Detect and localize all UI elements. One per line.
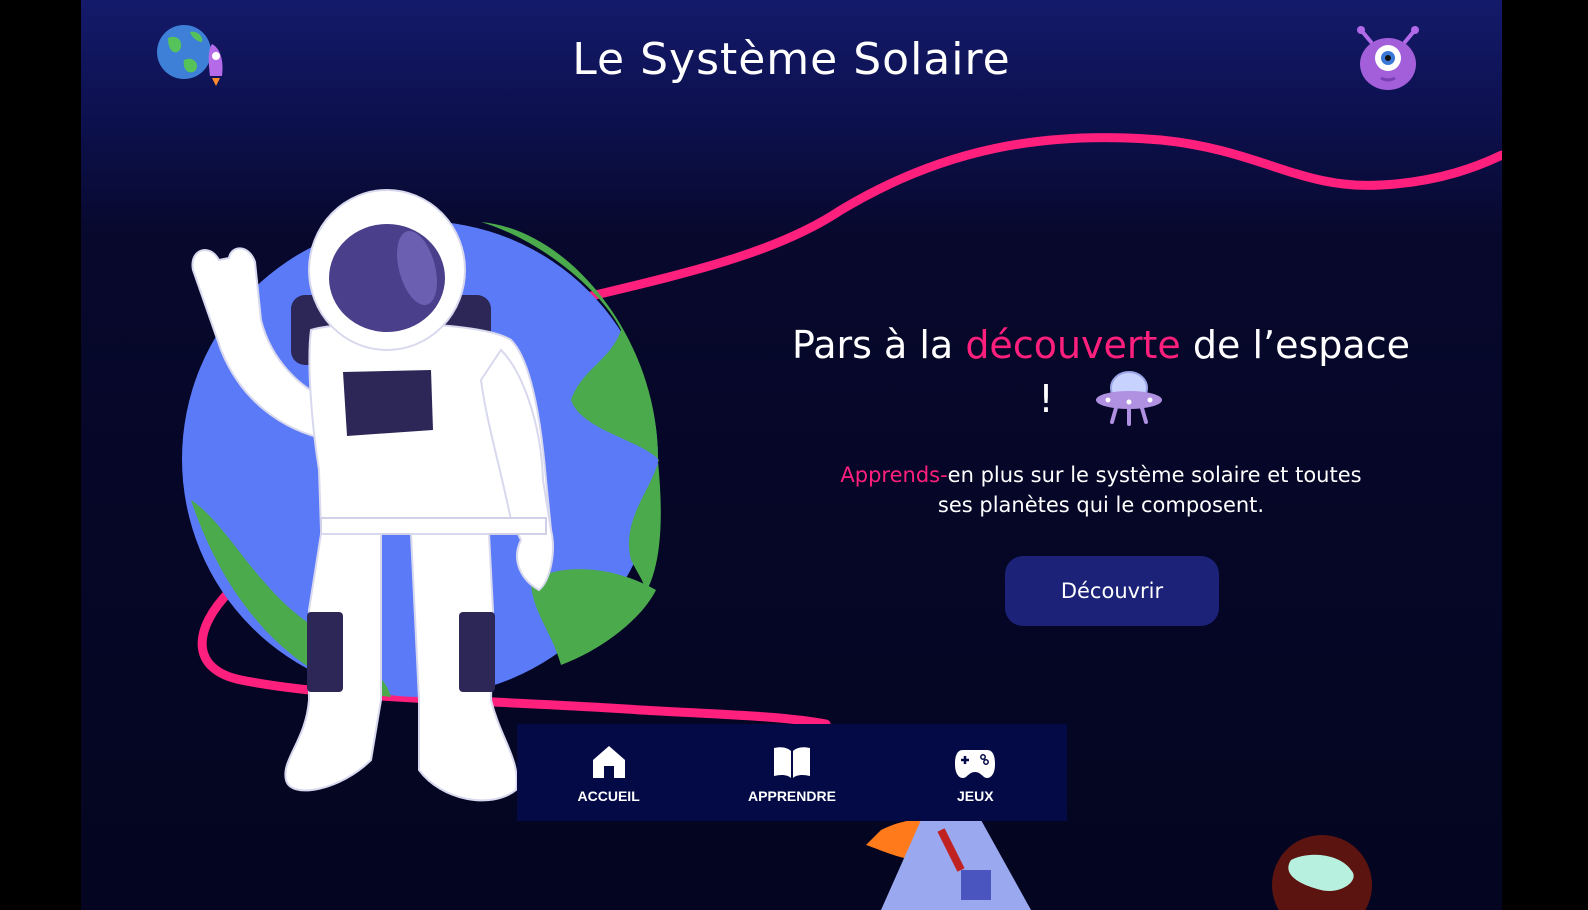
nav-item-jeux[interactable]: JEUX [900, 742, 1050, 804]
home-icon [592, 745, 625, 778]
rocket-illustration [866, 819, 1031, 910]
page: Le Système Solaire Pars à la découverte … [81, 0, 1502, 910]
bottom-nav: ACCUEIL APPRENDRE JEUX [517, 724, 1067, 821]
alien-icon[interactable] [1353, 24, 1423, 94]
hero-description: Apprends-en plus sur le système solaire … [821, 460, 1381, 520]
hero-description-text: en plus sur le système solaire et toutes… [937, 463, 1362, 517]
hero-title-accent: découverte [965, 323, 1181, 367]
hero-description-accent: Apprends- [840, 463, 948, 487]
nav-item-label: APPRENDRE [748, 787, 836, 804]
nav-item-accueil[interactable]: ACCUEIL [534, 742, 684, 804]
site-title: Le Système Solaire [572, 34, 1011, 85]
nav-item-apprendre[interactable]: APPRENDRE [717, 742, 867, 804]
hero-title-start: Pars à la [792, 323, 966, 367]
book-icon [773, 746, 810, 778]
nav-item-label: ACCUEIL [577, 787, 640, 804]
gamepad-icon [955, 749, 996, 778]
discover-button[interactable]: Découvrir [1005, 556, 1219, 626]
hero-title: Pars à la découverte de l’espace ! [781, 318, 1421, 428]
ufo-icon [1094, 366, 1164, 428]
orbit-path [586, 133, 1502, 301]
nav-item-label: JEUX [957, 787, 994, 804]
moon-planet [1272, 835, 1372, 910]
